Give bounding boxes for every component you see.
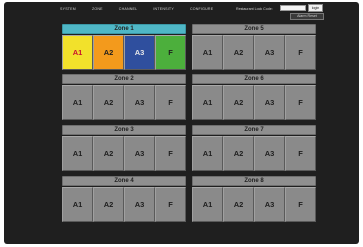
zone-4-a3-button[interactable]: A3: [124, 187, 155, 222]
login-button[interactable]: login: [308, 4, 323, 12]
zone-4-f-button[interactable]: F: [155, 187, 186, 222]
zone-3-a2-button[interactable]: A2: [93, 136, 124, 171]
zone-8-a2-button[interactable]: A2: [223, 187, 254, 222]
nav-zone[interactable]: ZONE: [92, 5, 103, 13]
zone-5-a1-button[interactable]: A1: [192, 35, 223, 70]
zone-2-f-button[interactable]: F: [155, 85, 186, 120]
zone-7-header[interactable]: Zone 7: [192, 125, 316, 135]
zone-3-group: Zone 3 A1 A2 A3 F: [62, 125, 186, 172]
zone-7-a2-button[interactable]: A2: [223, 136, 254, 171]
zone-1-a1-button[interactable]: A1: [62, 35, 93, 70]
zone-3-a1-button[interactable]: A1: [62, 136, 93, 171]
lighting-control-panel: SYSTEM ZONE CHANNEL INTENSITY CONFIGURE …: [4, 2, 359, 244]
zone-2-a3-button[interactable]: A3: [124, 85, 155, 120]
zone-6-group: Zone 6 A1 A2 A3 F: [192, 74, 316, 121]
zone-2-a2-button[interactable]: A2: [93, 85, 124, 120]
zone-4-group: Zone 4 A1 A2 A3 F: [62, 176, 186, 223]
zone-3-header[interactable]: Zone 3: [62, 125, 186, 135]
zone-2-a1-button[interactable]: A1: [62, 85, 93, 120]
nav-configure[interactable]: CONFIGURE: [190, 5, 213, 13]
zone-6-header[interactable]: Zone 6: [192, 74, 316, 84]
zone-8-group: Zone 8 A1 A2 A3 F: [192, 176, 316, 223]
zone-4-buttons: A1 A2 A3 F: [62, 187, 186, 222]
zone-2-buttons: A1 A2 A3 F: [62, 85, 186, 120]
lock-code-label: Restaurant Lock Code:: [236, 7, 273, 11]
zone-6-f-button[interactable]: F: [285, 85, 316, 120]
zone-2-header[interactable]: Zone 2: [62, 74, 186, 84]
zone-8-a3-button[interactable]: A3: [254, 187, 285, 222]
zone-5-buttons: A1 A2 A3 F: [192, 35, 316, 70]
zone-1-a3-button[interactable]: A3: [124, 35, 155, 70]
zone-3-a3-button[interactable]: A3: [124, 136, 155, 171]
zone-5-group: Zone 5 A1 A2 A3 F: [192, 24, 316, 71]
zone-3-f-button[interactable]: F: [155, 136, 186, 171]
zone-4-a1-button[interactable]: A1: [62, 187, 93, 222]
zone-4-a2-button[interactable]: A2: [93, 187, 124, 222]
zone-1-buttons: A1 A2 A3 F: [62, 35, 186, 70]
zone-3-buttons: A1 A2 A3 F: [62, 136, 186, 171]
zone-5-f-button[interactable]: F: [285, 35, 316, 70]
zone-6-a1-button[interactable]: A1: [192, 85, 223, 120]
zone-7-group: Zone 7 A1 A2 A3 F: [192, 125, 316, 172]
nav-channel[interactable]: CHANNEL: [119, 5, 138, 13]
zone-4-header[interactable]: Zone 4: [62, 176, 186, 186]
zone-6-a3-button[interactable]: A3: [254, 85, 285, 120]
zone-8-a1-button[interactable]: A1: [192, 187, 223, 222]
zone-8-f-button[interactable]: F: [285, 187, 316, 222]
zone-7-a1-button[interactable]: A1: [192, 136, 223, 171]
zone-7-buttons: A1 A2 A3 F: [192, 136, 316, 171]
lock-code-input[interactable]: [280, 5, 306, 11]
zone-6-buttons: A1 A2 A3 F: [192, 85, 316, 120]
nav-system[interactable]: SYSTEM: [60, 5, 76, 13]
zone-6-a2-button[interactable]: A2: [223, 85, 254, 120]
top-nav: SYSTEM ZONE CHANNEL INTENSITY CONFIGURE: [60, 5, 229, 13]
zone-5-a3-button[interactable]: A3: [254, 35, 285, 70]
zone-1-a2-button[interactable]: A2: [93, 35, 124, 70]
zone-5-header[interactable]: Zone 5: [192, 24, 316, 34]
alarm-reset-button[interactable]: Alarm Reset: [290, 13, 324, 20]
zone-8-header[interactable]: Zone 8: [192, 176, 316, 186]
zone-7-a3-button[interactable]: A3: [254, 136, 285, 171]
zone-1-header[interactable]: Zone 1: [62, 24, 186, 34]
nav-intensity[interactable]: INTENSITY: [153, 5, 174, 13]
zone-1-f-button[interactable]: F: [155, 35, 186, 70]
zone-8-buttons: A1 A2 A3 F: [192, 187, 316, 222]
zone-7-f-button[interactable]: F: [285, 136, 316, 171]
zone-1-group: Zone 1 A1 A2 A3 F: [62, 24, 186, 71]
zone-5-a2-button[interactable]: A2: [223, 35, 254, 70]
zone-2-group: Zone 2 A1 A2 A3 F: [62, 74, 186, 121]
